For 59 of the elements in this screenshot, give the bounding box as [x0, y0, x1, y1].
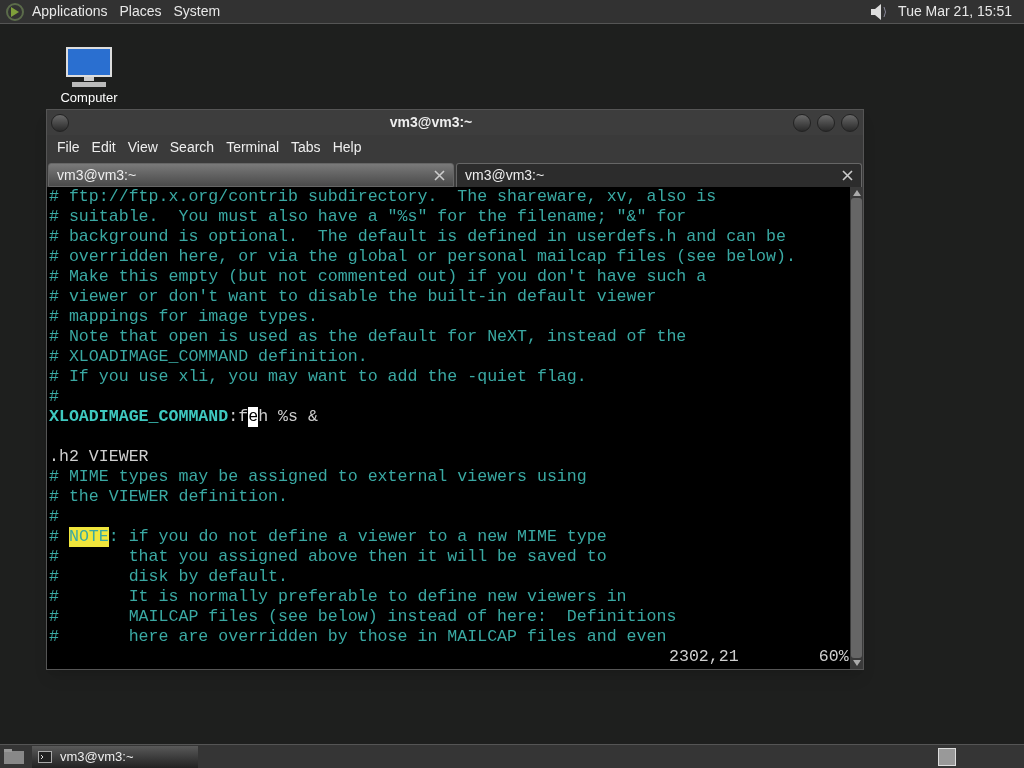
- menu-item[interactable]: File: [51, 137, 86, 158]
- terminal-text: # It is normally preferable to define new viewers in: [49, 587, 627, 607]
- close-icon[interactable]: [434, 169, 445, 181]
- desktop-icon[interactable]: [2, 747, 26, 766]
- icon-label: Computer: [60, 89, 118, 107]
- terminal-text: #: [49, 507, 59, 527]
- terminal-text: #: [49, 527, 60, 547]
- taskbar-button[interactable]: vm3@vm3:~: [32, 745, 198, 768]
- terminal-icon: [38, 750, 52, 763]
- workspace-switcher[interactable]: [938, 747, 956, 766]
- terminal-text: # disk by default.: [49, 567, 288, 587]
- terminal-text: #: [49, 387, 59, 407]
- terminal-text: # MAILCAP files (see below) instead of here: Definitions: [49, 607, 677, 627]
- close-button[interactable]: [841, 113, 859, 132]
- terminal-text: # background is optional. The default is defined in userdefs.h and can be: [49, 227, 786, 247]
- tab[interactable]: vm3@vm3:~: [48, 163, 454, 187]
- panel-menu[interactable]: Applications: [26, 1, 114, 22]
- terminal-text: # suitable. You must also have a "%s" for the filename; "&" for: [49, 207, 687, 227]
- scroll-down-icon[interactable]: [852, 660, 861, 666]
- terminal-text: # MIME types may be assigned to external viewers using: [49, 467, 587, 487]
- terminal-text: # that you assigned above then it will be saved to: [49, 547, 607, 567]
- menu-item[interactable]: Search: [163, 137, 221, 158]
- terminal-text: # XLOADIMAGE_COMMAND definition.: [49, 347, 368, 367]
- clock[interactable]: Tue Mar 21, 15:51: [890, 1, 1020, 22]
- window-title: vm3@vm3:~: [388, 113, 474, 132]
- menu-item[interactable]: Edit: [85, 137, 122, 158]
- terminal-text: : if you do not define a viewer to a new MIME type: [108, 527, 607, 547]
- menu-item[interactable]: Terminal: [220, 137, 286, 158]
- terminal-text: h %s &: [258, 407, 318, 427]
- terminal-text: # ftp://ftp.x.org/contrib subdirectory. The shareware, xv, also is: [49, 187, 717, 207]
- maximize-button[interactable]: [817, 113, 835, 132]
- logo-icon[interactable]: [4, 1, 26, 22]
- scroll-percent: 60%: [818, 647, 849, 667]
- terminal-text: e: [248, 407, 259, 427]
- scrollbar[interactable]: [850, 187, 863, 669]
- terminal-text: XLOADIMAGE_COMMAND: [49, 407, 229, 427]
- terminal-text: :f: [228, 407, 249, 427]
- cursor-position: 2302,21: [669, 647, 739, 667]
- minimize-button[interactable]: [793, 113, 811, 132]
- terminal-text: # the VIEWER definition.: [49, 487, 288, 507]
- panel-menu[interactable]: Places: [113, 1, 168, 22]
- menu-item[interactable]: View: [121, 137, 164, 158]
- menu-item[interactable]: Help: [326, 137, 368, 158]
- terminal-text: # mappings for image types.: [49, 307, 318, 327]
- computer-icon[interactable]: [64, 46, 114, 88]
- tab[interactable]: vm3@vm3:~: [456, 163, 862, 187]
- terminal-text: .h2 VIEWER: [49, 446, 149, 467]
- terminal-text: # overridden here, or via the global or personal mailcap files (see below).: [49, 247, 796, 267]
- scroll-up-icon[interactable]: [852, 190, 861, 196]
- window-menu-button[interactable]: [51, 113, 69, 132]
- menu-item[interactable]: Tabs: [285, 137, 327, 158]
- terminal-text: # here are overridden by those in MAILCAP files and even: [49, 627, 667, 647]
- terminal-text: # viewer or don't want to disable the built-in default viewer: [49, 287, 657, 307]
- panel-menu[interactable]: System: [167, 1, 227, 22]
- terminal-text: # Note that open is used as the default for NeXT, instead of the: [49, 327, 687, 347]
- terminal-text: NOTE: [68, 527, 109, 547]
- close-icon[interactable]: [842, 170, 853, 181]
- terminal-text: # Make this empty (but not commented out) if you don't have such a: [49, 267, 707, 287]
- terminal-text: # If you use xli, you may want to add the -quiet flag.: [49, 367, 587, 387]
